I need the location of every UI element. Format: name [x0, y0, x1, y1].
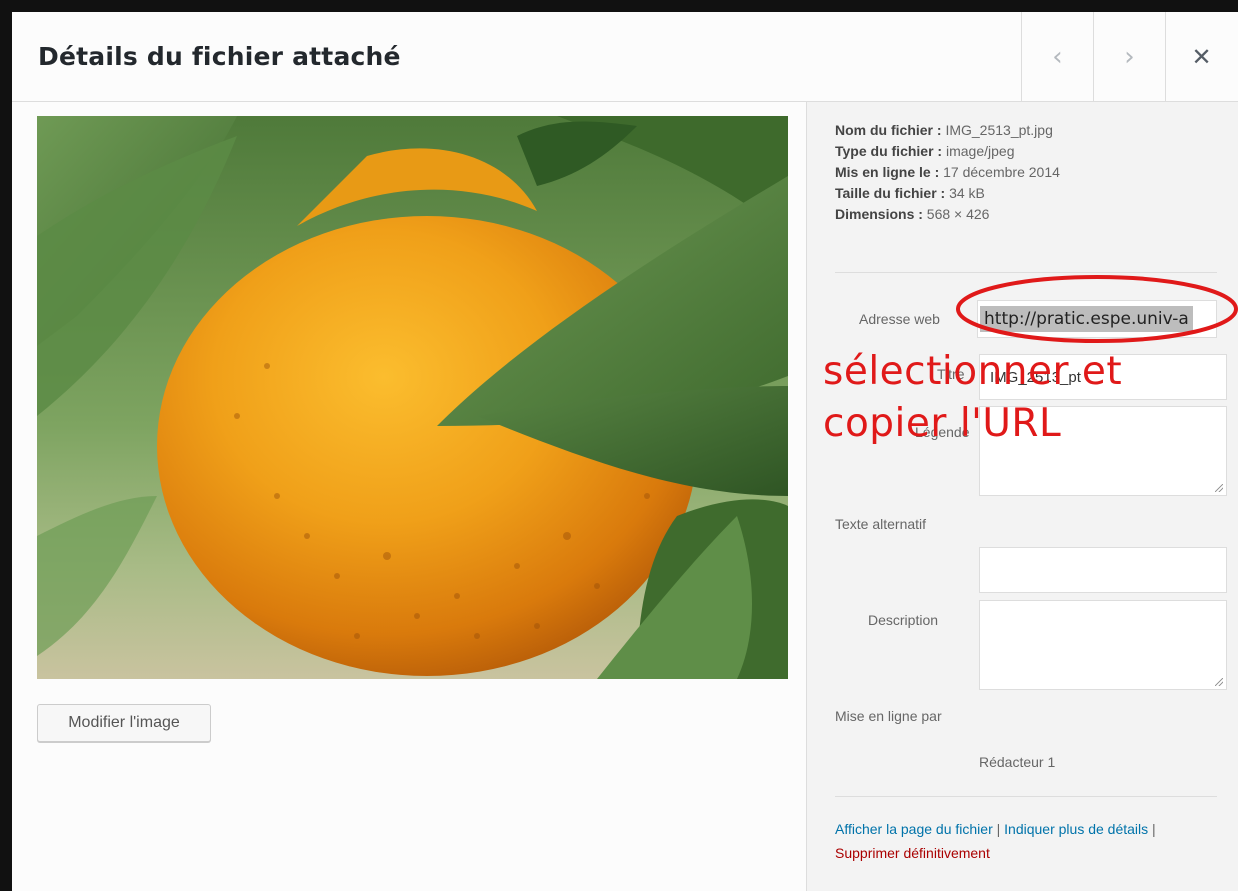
image-preview-panel: Modifier l'image	[12, 102, 806, 891]
alt-text-field[interactable]	[979, 547, 1227, 593]
dimensions-row: Dimensions : 568 × 426	[835, 204, 1060, 225]
filetype-label: Type du fichier :	[835, 143, 943, 159]
description-field[interactable]	[979, 600, 1227, 690]
filesize-value: 34 kB	[949, 185, 985, 201]
attachment-image	[37, 116, 788, 679]
filetype-value: image/jpeg	[945, 143, 1015, 159]
filesize-label: Taille du fichier :	[835, 185, 946, 201]
attachment-info-sidebar: Nom du fichier : IMG_2513_pt.jpg Type du…	[806, 102, 1238, 891]
chevron-right-icon: ›	[1124, 41, 1135, 72]
alt-text-label: Texte alternatif	[835, 516, 927, 532]
modal-title: Détails du fichier attaché	[38, 42, 401, 71]
red-highlight-oval	[956, 275, 1238, 343]
next-button[interactable]: ›	[1093, 12, 1165, 101]
close-button[interactable]: ✕	[1165, 12, 1237, 101]
annotation-line-2: copier l'URL	[823, 401, 1062, 446]
filename-value: IMG_2513_pt.jpg	[945, 122, 1053, 138]
uploaded-date-label: Mis en ligne le :	[835, 164, 940, 180]
attachment-details-modal: Détails du fichier attaché ‹ › ✕ Modifie…	[12, 12, 1238, 891]
instruction-annotation: sélectionner et copier l'URL	[823, 346, 1122, 450]
previous-button[interactable]: ‹	[1021, 12, 1093, 101]
link-separator: |	[992, 821, 1005, 837]
delete-permanently-link[interactable]: Supprimer définitivement	[835, 845, 990, 861]
divider	[835, 796, 1217, 797]
modal-header: Détails du fichier attaché ‹ › ✕	[12, 12, 1238, 102]
annotation-line-1: sélectionner et	[823, 349, 1123, 394]
link-separator: |	[1148, 821, 1156, 837]
filetype-row: Type du fichier : image/jpeg	[835, 141, 1060, 162]
filename-label: Nom du fichier :	[835, 122, 942, 138]
filename-row: Nom du fichier : IMG_2513_pt.jpg	[835, 120, 1060, 141]
resize-grip-icon[interactable]	[1215, 678, 1223, 686]
url-label: Adresse web	[859, 311, 940, 327]
description-label: Description	[868, 612, 939, 628]
chevron-left-icon: ‹	[1052, 41, 1063, 72]
uploaded-date-row: Mis en ligne le : 17 décembre 2014	[835, 162, 1060, 183]
uploaded-by-label: Mise en ligne par	[835, 708, 942, 724]
edit-more-details-link[interactable]: Indiquer plus de détails	[1004, 821, 1148, 837]
dimensions-value: 568 × 426	[926, 206, 990, 222]
attachment-actions: Afficher la page du fichier | Indiquer p…	[835, 817, 1215, 865]
dimensions-label: Dimensions :	[835, 206, 923, 222]
view-attachment-page-link[interactable]: Afficher la page du fichier	[835, 821, 993, 837]
close-icon: ✕	[1191, 42, 1212, 71]
filesize-row: Taille du fichier : 34 kB	[835, 183, 1060, 204]
resize-grip-icon[interactable]	[1215, 484, 1223, 492]
uploaded-by-value: Rédacteur 1	[979, 754, 1056, 770]
orange-photo	[37, 116, 788, 679]
uploaded-date-value: 17 décembre 2014	[943, 164, 1060, 180]
edit-image-button[interactable]: Modifier l'image	[37, 704, 211, 742]
file-details: Nom du fichier : IMG_2513_pt.jpg Type du…	[835, 120, 1060, 225]
